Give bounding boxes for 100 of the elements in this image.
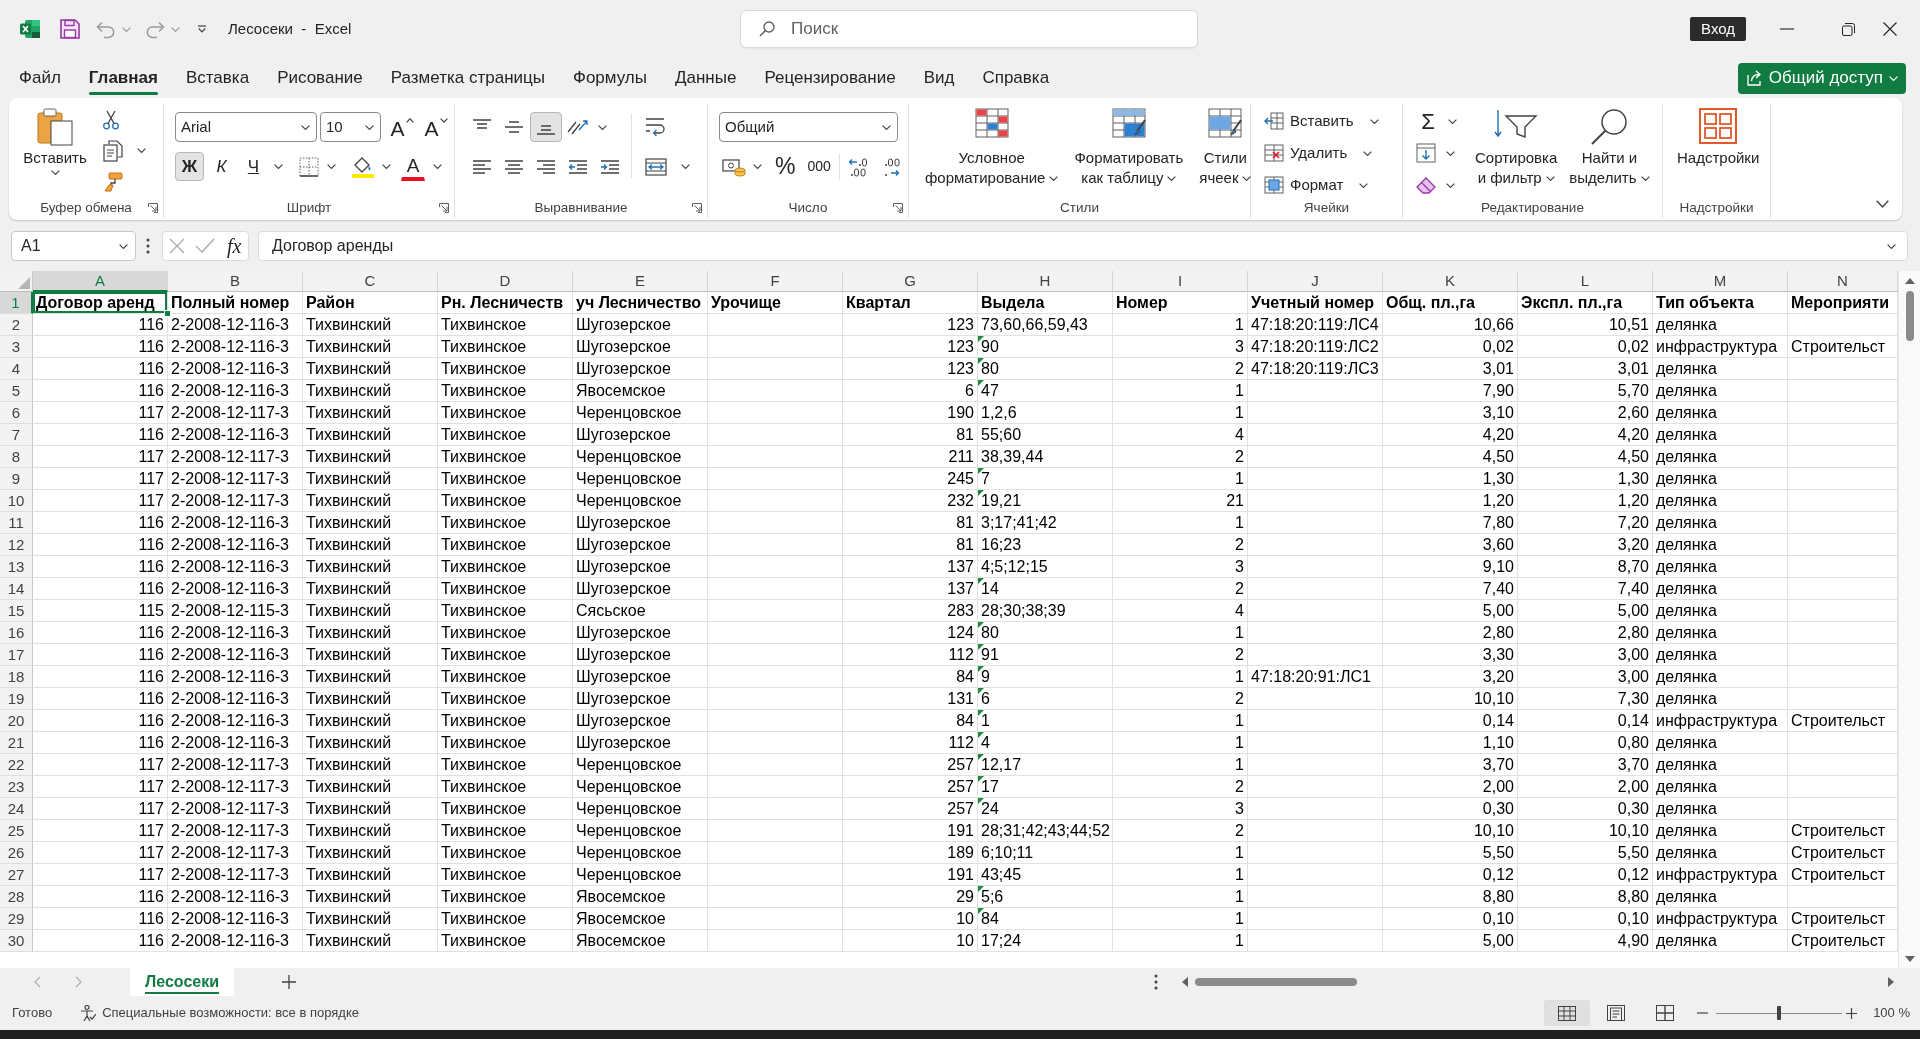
font-color-button[interactable]: A <box>401 152 425 181</box>
scroll-down-icon[interactable] <box>1904 956 1915 962</box>
column-header[interactable]: A <box>33 271 168 292</box>
fill-handle[interactable] <box>164 310 171 317</box>
number-format-dropdown[interactable]: Общий <box>719 112 898 142</box>
dropdown-bar-icon[interactable] <box>198 25 206 33</box>
increase-decimal-icon[interactable] <box>847 156 870 177</box>
caret-icon[interactable] <box>365 124 374 130</box>
paint-bucket-icon[interactable] <box>352 155 374 178</box>
bottom-align-button[interactable] <box>530 112 562 142</box>
collapse-ribbon-icon[interactable] <box>1876 200 1889 208</box>
format-cells-button[interactable]: Формат <box>1263 172 1402 198</box>
scroll-right-icon[interactable] <box>1888 977 1894 987</box>
row-header[interactable]: 3 <box>0 336 33 358</box>
scroll-up-icon[interactable] <box>1904 278 1915 284</box>
caret-icon[interactable] <box>274 164 283 169</box>
find-select-button[interactable]: Найти и выделить <box>1565 104 1654 196</box>
format-as-table-button[interactable]: Форматировать как таблицу <box>1070 104 1188 196</box>
row-header[interactable]: 21 <box>0 732 33 754</box>
column-header[interactable]: J <box>1248 271 1383 292</box>
ribbon-tab[interactable]: Формулы <box>559 58 661 98</box>
row-header[interactable]: 8 <box>0 446 33 468</box>
restore-icon[interactable] <box>1842 22 1855 36</box>
caret-icon[interactable] <box>1167 175 1177 181</box>
column-header[interactable]: F <box>708 271 843 292</box>
caret-icon[interactable] <box>301 124 310 130</box>
row-header[interactable]: 9 <box>0 468 33 490</box>
dialog-launcher-icon[interactable] <box>893 203 903 214</box>
paintbrush-icon[interactable] <box>103 171 123 192</box>
ribbon-tab[interactable]: Данные <box>660 58 751 98</box>
italic-button[interactable]: К <box>207 152 236 181</box>
align-left-icon[interactable] <box>472 158 492 175</box>
borders-icon[interactable] <box>299 156 319 177</box>
row-header[interactable]: 19 <box>0 688 33 710</box>
row-header[interactable]: 23 <box>0 776 33 798</box>
caret-icon[interactable] <box>1545 175 1555 181</box>
eraser-icon[interactable] <box>1416 176 1436 194</box>
scrollbar-thumb[interactable] <box>1195 978 1357 986</box>
shrink-font-button[interactable]: A <box>423 112 449 142</box>
row-header[interactable]: 18 <box>0 666 33 688</box>
copy-icon[interactable] <box>103 139 123 162</box>
sheet-tab[interactable]: Лесосеки <box>130 968 234 996</box>
accessibility-icon[interactable] <box>80 1005 97 1021</box>
caret-icon[interactable] <box>137 148 146 153</box>
column-header[interactable]: L <box>1518 271 1653 292</box>
caret-icon[interactable] <box>1446 182 1455 188</box>
row-header[interactable]: 15 <box>0 600 33 622</box>
vertical-scrollbar[interactable] <box>1898 271 1920 968</box>
dialog-launcher-icon[interactable] <box>439 203 449 214</box>
column-header[interactable]: M <box>1653 271 1788 292</box>
ribbon-tab[interactable]: Рисование <box>263 58 377 98</box>
column-header[interactable]: I <box>1113 271 1248 292</box>
row-header[interactable]: 26 <box>0 842 33 864</box>
caret-icon[interactable] <box>598 124 607 130</box>
row-header[interactable]: 2 <box>0 314 33 336</box>
row-header[interactable]: 11 <box>0 512 33 534</box>
ribbon-tab[interactable]: Рецензирование <box>750 58 910 98</box>
autosum-button[interactable]: Σ <box>1416 108 1440 134</box>
row-header[interactable]: 1 <box>0 292 33 314</box>
name-box[interactable]: A1 <box>11 231 136 261</box>
ribbon-tab[interactable]: Разметка страницы <box>376 58 559 98</box>
ribbon-tab[interactable]: Файл <box>5 58 75 98</box>
insert-cells-button[interactable]: Вставить <box>1263 108 1402 134</box>
row-header[interactable]: 28 <box>0 886 33 908</box>
column-header[interactable]: D <box>438 271 573 292</box>
align-right-icon[interactable] <box>536 158 556 175</box>
horizontal-scrollbar[interactable] <box>1182 974 1894 990</box>
ribbon-tab[interactable]: Вставка <box>171 58 264 98</box>
caret-icon[interactable] <box>50 170 60 175</box>
scissors-icon[interactable] <box>103 109 119 130</box>
thousands-button[interactable]: 000 <box>806 155 832 178</box>
caret-icon[interactable] <box>1448 118 1457 124</box>
merge-cells-icon[interactable] <box>645 157 667 176</box>
conditional-formatting-button[interactable]: Условное форматирование <box>921 104 1063 196</box>
caret-icon[interactable] <box>119 243 128 249</box>
row-header[interactable]: 10 <box>0 490 33 512</box>
normal-view-button[interactable] <box>1544 1000 1591 1026</box>
caret-icon[interactable] <box>1242 175 1252 181</box>
currency-icon[interactable] <box>722 156 746 177</box>
text-angle-icon[interactable] <box>567 118 589 136</box>
row-header[interactable]: 29 <box>0 908 33 930</box>
row-header[interactable]: 14 <box>0 578 33 600</box>
align-center-icon[interactable] <box>504 158 524 175</box>
ribbon-tab[interactable]: Вид <box>909 58 969 98</box>
search-field[interactable]: Поиск <box>789 14 1197 44</box>
column-header[interactable]: G <box>843 271 978 292</box>
scroll-left-icon[interactable] <box>1182 977 1188 987</box>
row-header[interactable]: 22 <box>0 754 33 776</box>
row-header[interactable]: 17 <box>0 644 33 666</box>
slider-thumb[interactable] <box>1777 1006 1782 1020</box>
caret-icon[interactable] <box>1369 118 1379 124</box>
scrollbar-thumb[interactable] <box>1905 291 1914 341</box>
caret-icon[interactable] <box>1887 243 1896 249</box>
ribbon-tab[interactable]: Справка <box>968 58 1064 98</box>
font-size-dropdown[interactable]: 10 <box>320 112 381 142</box>
addins-button[interactable]: Надстройки <box>1673 104 1764 196</box>
cell-styles-button[interactable]: Стили ячеек <box>1195 104 1256 196</box>
sign-in-button[interactable]: Вход <box>1690 17 1746 41</box>
row-header[interactable]: 16 <box>0 622 33 644</box>
caret-icon[interactable] <box>1049 175 1059 181</box>
